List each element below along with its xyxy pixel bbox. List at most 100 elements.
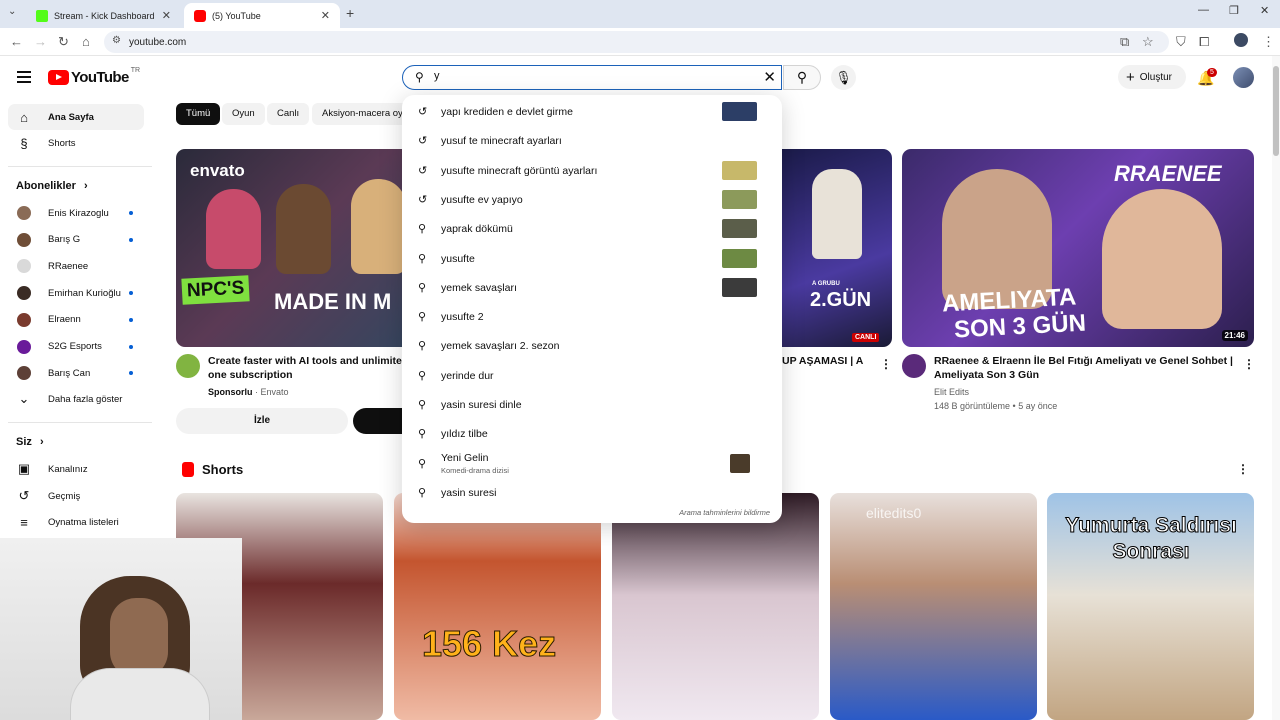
short-thumbnail[interactable]: 156 Kez — [394, 493, 601, 720]
channel-avatar — [17, 286, 31, 301]
section-heading-text: Abonelikler — [16, 180, 76, 192]
search-suggestion[interactable]: ⚲ yasin suresi dinle — [402, 391, 782, 419]
subscriptions-heading[interactable]: Abonelikler › — [16, 180, 88, 192]
search-suggestion[interactable]: ⚲ yusufte 2 — [402, 303, 782, 331]
search-suggestion[interactable]: ↺ yapı krediden e devlet girme — [402, 98, 782, 126]
search-suggestion[interactable]: ↺ yusuf te minecraft ayarları — [402, 127, 782, 155]
more-actions-icon[interactable]: ⋮ — [1237, 462, 1249, 476]
short-thumbnail[interactable]: elitedits0 — [830, 493, 1037, 720]
home-icon[interactable]: ⌂ — [82, 34, 90, 49]
more-actions-icon[interactable]: ⋮ — [880, 357, 892, 371]
search-input[interactable]: ⚲ y ✕ — [402, 65, 782, 90]
more-actions-icon[interactable]: ⋮ — [1243, 357, 1255, 371]
suggestion-text: yusufte ev yapıyo — [441, 193, 523, 206]
create-button[interactable]: + Oluştur — [1118, 65, 1186, 89]
minimize-icon[interactable]: — — [1198, 4, 1209, 16]
sidebar-item-subscription[interactable]: Barış Can — [8, 360, 144, 386]
sidebar-item-history[interactable]: ↺ Geçmiş — [8, 483, 144, 509]
sidebar-item-subscription[interactable]: Enis Kirazoglu — [8, 200, 144, 226]
extensions-icon[interactable]: ⧠ — [1199, 34, 1209, 50]
report-predictions-link[interactable]: Arama tahminlerini bildirme — [679, 508, 770, 517]
short-thumbnail[interactable] — [612, 493, 819, 720]
hamburger-menu-icon[interactable] — [17, 71, 31, 83]
install-app-icon[interactable]: ⧉ — [1120, 34, 1129, 50]
video-thumbnail[interactable]: A GRUBU 2.GÜN CANLI — [782, 149, 892, 347]
thumbnail-text: RRAENEE — [1114, 161, 1222, 186]
sidebar-item-subscription[interactable]: Elraenn — [8, 307, 144, 333]
search-button[interactable]: ⚲ — [783, 65, 821, 90]
sidebar-item-label: Daha fazla göster — [48, 393, 123, 405]
sidebar-item-label: RRaenee — [48, 260, 89, 272]
sidebar-item-subscription[interactable]: S2G Esports — [8, 334, 144, 360]
sidebar-item-label: Barış Can — [48, 367, 91, 379]
search-suggestion[interactable]: ⚲ yasin suresi — [402, 479, 782, 507]
search-suggestion[interactable]: ⚲ Yeni Gelin Komedi-drama dizisi — [402, 450, 782, 478]
sidebar-item-shorts[interactable]: § Shorts — [8, 130, 144, 156]
show-more-button[interactable]: ⌄ Daha fazla göster — [8, 386, 144, 412]
close-icon[interactable]: ✕ — [162, 9, 171, 22]
profile-avatar[interactable] — [1234, 33, 1248, 47]
ad-cta-button[interactable] — [353, 408, 403, 434]
search-suggestion[interactable]: ⚲ yusufte — [402, 245, 782, 273]
video-title[interactable]: RRaenee & Elraenn İle Bel Fıtığı Ameliya… — [934, 354, 1233, 382]
video-thumbnail[interactable]: envato NPC'S MADE IN M — [176, 149, 412, 347]
logo-text: YouTube — [71, 69, 129, 86]
voice-search-button[interactable]: 🎙 — [831, 65, 856, 90]
video-title[interactable]: Create faster with AI tools and unlimite… — [208, 354, 408, 382]
browser-tab-youtube[interactable]: (5) YouTube ✕ — [184, 3, 340, 28]
new-tab-icon[interactable]: + — [346, 5, 354, 21]
tab-search-icon[interactable]: ⌄ — [8, 6, 16, 17]
chip-action-adventure[interactable]: Aksiyon-macera oy — [312, 103, 404, 125]
chip-live[interactable]: Canlı — [267, 103, 310, 125]
back-icon[interactable]: ← — [10, 34, 23, 49]
thumbnail-text: 2.GÜN — [810, 289, 872, 311]
youtube-logo[interactable]: YouTube TR — [48, 67, 140, 86]
shorts-logo-icon — [182, 462, 194, 477]
watch-button[interactable]: İzle — [176, 408, 348, 434]
title-line: one subscription — [208, 369, 293, 381]
short-thumbnail[interactable]: Yumurta Saldırısı Sonrası — [1047, 493, 1254, 720]
channel-avatar[interactable] — [176, 354, 200, 378]
sidebar-item-home[interactable]: ⌂ Ana Sayfa — [8, 104, 144, 130]
browser-tab-kick[interactable]: Stream - Kick Dashboard ✕ — [26, 3, 181, 28]
channel-name[interactable]: Elit Edits — [934, 387, 969, 397]
search-suggestion[interactable]: ↺ yusufte minecraft görüntü ayarları — [402, 157, 782, 185]
browser-menu-icon[interactable]: ⋮ — [1262, 34, 1275, 50]
scrollbar-thumb[interactable] — [1273, 66, 1279, 156]
suggestion-text: yusufte — [441, 252, 475, 265]
you-heading[interactable]: Siz › — [16, 436, 44, 448]
search-suggestion[interactable]: ⚲ yıldız tilbe — [402, 420, 782, 448]
search-icon: ⚲ — [796, 69, 808, 85]
video-thumbnail[interactable]: RRAENEE AMELIYATA SON 3 GÜN 21:46 — [902, 149, 1254, 347]
window-close-icon[interactable]: ✕ — [1260, 4, 1269, 17]
site-info-icon[interactable]: ⚙ — [112, 35, 121, 46]
clear-search-icon[interactable]: ✕ — [763, 68, 776, 86]
restore-icon[interactable]: ❐ — [1229, 4, 1239, 17]
reload-icon[interactable]: ↻ — [58, 34, 69, 50]
bookmark-star-icon[interactable]: ☆ — [1142, 34, 1154, 50]
sidebar-item-subscription[interactable]: RRaenee — [8, 253, 144, 279]
search-suggestion[interactable]: ⚲ yaprak dökümü — [402, 215, 782, 243]
close-icon[interactable]: ✕ — [321, 9, 330, 22]
channel-avatar[interactable] — [902, 354, 926, 378]
sidebar-item-subscription[interactable]: Barış G — [8, 227, 144, 253]
history-icon: ↺ — [18, 488, 30, 503]
search-suggestion[interactable]: ⚲ yerinde dur — [402, 362, 782, 390]
search-suggestion[interactable]: ⚲ yemek savaşları — [402, 274, 782, 302]
sidebar-item-your-channel[interactable]: ▣ Kanalınız — [8, 456, 144, 482]
channel-avatar — [17, 339, 31, 354]
sidebar-item-subscription[interactable]: Emirhan Kurioğlu — [8, 280, 144, 306]
character-illustration — [206, 189, 261, 269]
shield-icon[interactable]: ⛉ — [1176, 34, 1186, 50]
chip-gaming[interactable]: Oyun — [222, 103, 265, 125]
duration-badge: 21:46 — [1221, 330, 1248, 341]
video-title[interactable]: UP AŞAMASI | A — [782, 354, 863, 368]
search-suggestion[interactable]: ↺ yusufte ev yapıyo — [402, 186, 782, 214]
chip-all[interactable]: Tümü — [176, 103, 221, 125]
forward-icon[interactable]: → — [34, 34, 47, 49]
search-suggestion[interactable]: ⚲ yemek savaşları 2. sezon — [402, 332, 782, 360]
address-bar[interactable] — [104, 31, 1169, 53]
sidebar-item-playlists[interactable]: ≡ Oynatma listeleri — [8, 509, 144, 535]
account-avatar[interactable] — [1233, 67, 1254, 88]
suggestion-text: yıldız tilbe — [441, 428, 488, 441]
